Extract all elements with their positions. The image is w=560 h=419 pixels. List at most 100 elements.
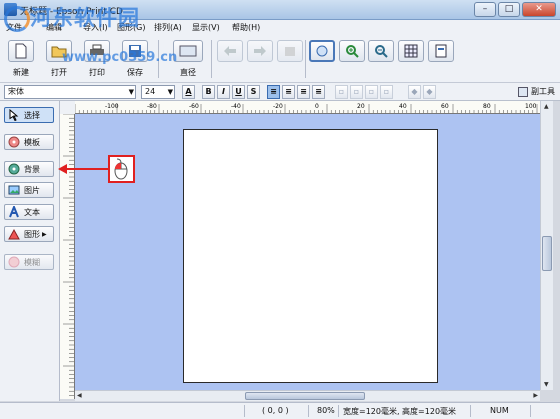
format-bar: 宋体 ▼ 24 ▼ A B I U S ≡ ≡ ≡ ≡ ▫ ▫ ▫ ▫ ◆ ◆ … <box>0 83 560 101</box>
canvas-area[interactable] <box>75 114 540 390</box>
bold-button[interactable]: B <box>202 85 215 99</box>
italic-button[interactable]: I <box>217 85 230 99</box>
callout-line <box>66 168 108 170</box>
status-zoom: 80% <box>317 406 335 415</box>
subtool-label: 副工具 <box>531 87 555 96</box>
tool-text-label: 文本 <box>24 207 40 217</box>
background-icon <box>8 163 20 175</box>
align-obj-4-button[interactable]: ▫ <box>380 85 393 99</box>
font-select[interactable]: 宋体 ▼ <box>4 85 136 99</box>
align-obj-3-button[interactable]: ▫ <box>365 85 378 99</box>
ruler-tick-label: 80 <box>483 103 491 110</box>
scroll-down-icon[interactable]: ▼ <box>544 381 549 388</box>
menu-view[interactable]: 显示(V) <box>192 22 220 33</box>
print-page[interactable] <box>183 129 438 383</box>
subtool-icon <box>518 86 528 97</box>
ruler-ticks <box>63 114 74 396</box>
layout-icon <box>179 45 197 57</box>
scroll-left-icon[interactable]: ◀ <box>77 392 82 399</box>
align-obj-2-button[interactable]: ▫ <box>350 85 363 99</box>
mouse-icon <box>114 158 128 180</box>
horizontal-ruler: -100 -80 -60 -40 -20 0 20 40 60 80 100 <box>75 101 540 114</box>
tool-blur[interactable]: 模糊 <box>4 254 54 270</box>
tool-panel: 选择 模板 背景 图片 文本 图形 ▶ 模糊 <box>0 101 60 401</box>
tool-select-label: 选择 <box>24 110 40 120</box>
subtool-button[interactable]: 副工具 <box>518 86 555 97</box>
mouse-callout <box>108 155 135 183</box>
distribute-h-button[interactable]: ◆ <box>408 85 421 99</box>
maximize-button[interactable]: □ <box>498 2 520 17</box>
tool-text[interactable]: 文本 <box>4 204 54 220</box>
arrow-right-icon <box>254 46 266 56</box>
justify-button[interactable]: ≡ <box>312 85 325 99</box>
fit-page-button[interactable] <box>309 40 335 62</box>
submenu-arrow-icon: ▶ <box>42 230 47 238</box>
zoom-out-icon <box>375 45 388 58</box>
blur-icon <box>8 256 20 268</box>
minimize-button[interactable]: – <box>474 2 496 17</box>
tool-image[interactable]: 图片 <box>4 182 54 198</box>
menu-arrange[interactable]: 排列(A) <box>154 22 182 33</box>
font-color-button[interactable]: A <box>182 85 195 99</box>
ruler-tick-label: -80 <box>147 103 157 110</box>
justify-icon: ≡ <box>315 87 322 96</box>
horizontal-scroll-thumb[interactable] <box>245 392 365 400</box>
status-bar: ( 0, 0 ) 80% 宽度=120毫米, 高度=120毫米 NUM <box>0 402 560 419</box>
chevron-down-icon: ▼ <box>167 88 173 96</box>
shadow-button[interactable]: S <box>247 85 260 99</box>
cube-icon <box>285 47 295 56</box>
layout-label: 直径 <box>180 68 196 77</box>
tool-shape-label: 图形 <box>24 229 40 239</box>
ruler-tick-label: 100 <box>525 103 537 110</box>
move-left-button[interactable] <box>217 40 243 62</box>
ruler-tick-label: -100 <box>105 103 119 110</box>
tool-template[interactable]: 模板 <box>4 134 54 150</box>
cursor-arrow-icon <box>9 109 19 121</box>
underline-button[interactable]: U <box>232 85 245 99</box>
align-right-button[interactable]: ≡ <box>297 85 310 99</box>
font-size-select[interactable]: 24 ▼ <box>141 85 175 99</box>
new-button[interactable] <box>8 40 34 62</box>
tool-background[interactable]: 背景 <box>4 161 54 177</box>
fit-page-icon <box>316 45 328 57</box>
align-obj-1-button[interactable]: ▫ <box>335 85 348 99</box>
watermark-url: www.pc0359.cn <box>62 50 178 65</box>
vertical-scroll-thumb[interactable] <box>542 236 552 271</box>
zoom-in-icon <box>346 45 359 58</box>
ruler-ticks: -100 -80 -60 -40 -20 0 20 40 60 80 100 <box>75 103 538 113</box>
layout-button[interactable] <box>173 40 203 62</box>
ruler-tick-label: -60 <box>189 103 199 110</box>
align-left-button[interactable]: ≡ <box>267 85 280 99</box>
tool-background-label: 背景 <box>24 164 40 174</box>
save-label: 保存 <box>127 68 143 77</box>
tool-select[interactable]: 选择 <box>4 107 54 123</box>
zoom-in-button[interactable] <box>339 40 365 62</box>
distribute-v-button[interactable]: ◆ <box>423 85 436 99</box>
object-button[interactable] <box>277 40 303 62</box>
properties-button[interactable] <box>428 40 454 62</box>
shape-icon <box>8 228 20 240</box>
tool-blur-label: 模糊 <box>24 257 40 267</box>
image-icon <box>8 185 20 195</box>
grid-button[interactable] <box>398 40 424 62</box>
ruler-tick-label: 60 <box>441 103 449 110</box>
zoom-out-button[interactable] <box>368 40 394 62</box>
horizontal-scrollbar[interactable]: ◀ ▶ <box>75 390 540 401</box>
properties-icon <box>435 44 447 58</box>
scroll-right-icon[interactable]: ▶ <box>533 392 538 399</box>
ruler-tick-label: -40 <box>231 103 241 110</box>
move-right-button[interactable] <box>247 40 273 62</box>
ruler-corner <box>60 101 75 114</box>
vertical-scrollbar[interactable]: ▲ ▼ <box>540 101 553 390</box>
align-left-icon: ≡ <box>270 87 277 96</box>
align-center-button[interactable]: ≡ <box>282 85 295 99</box>
scroll-up-icon[interactable]: ▲ <box>544 103 549 110</box>
close-button[interactable]: ✕ <box>522 2 556 17</box>
ruler-tick-label: 40 <box>399 103 407 110</box>
menu-help[interactable]: 帮助(H) <box>232 22 260 33</box>
chevron-down-icon: ▼ <box>128 88 134 96</box>
tool-shape[interactable]: 图形 ▶ <box>4 226 54 242</box>
ruler-tick-label: -20 <box>273 103 283 110</box>
ruler-tick-label: 20 <box>357 103 365 110</box>
align-right-icon: ≡ <box>300 87 307 96</box>
